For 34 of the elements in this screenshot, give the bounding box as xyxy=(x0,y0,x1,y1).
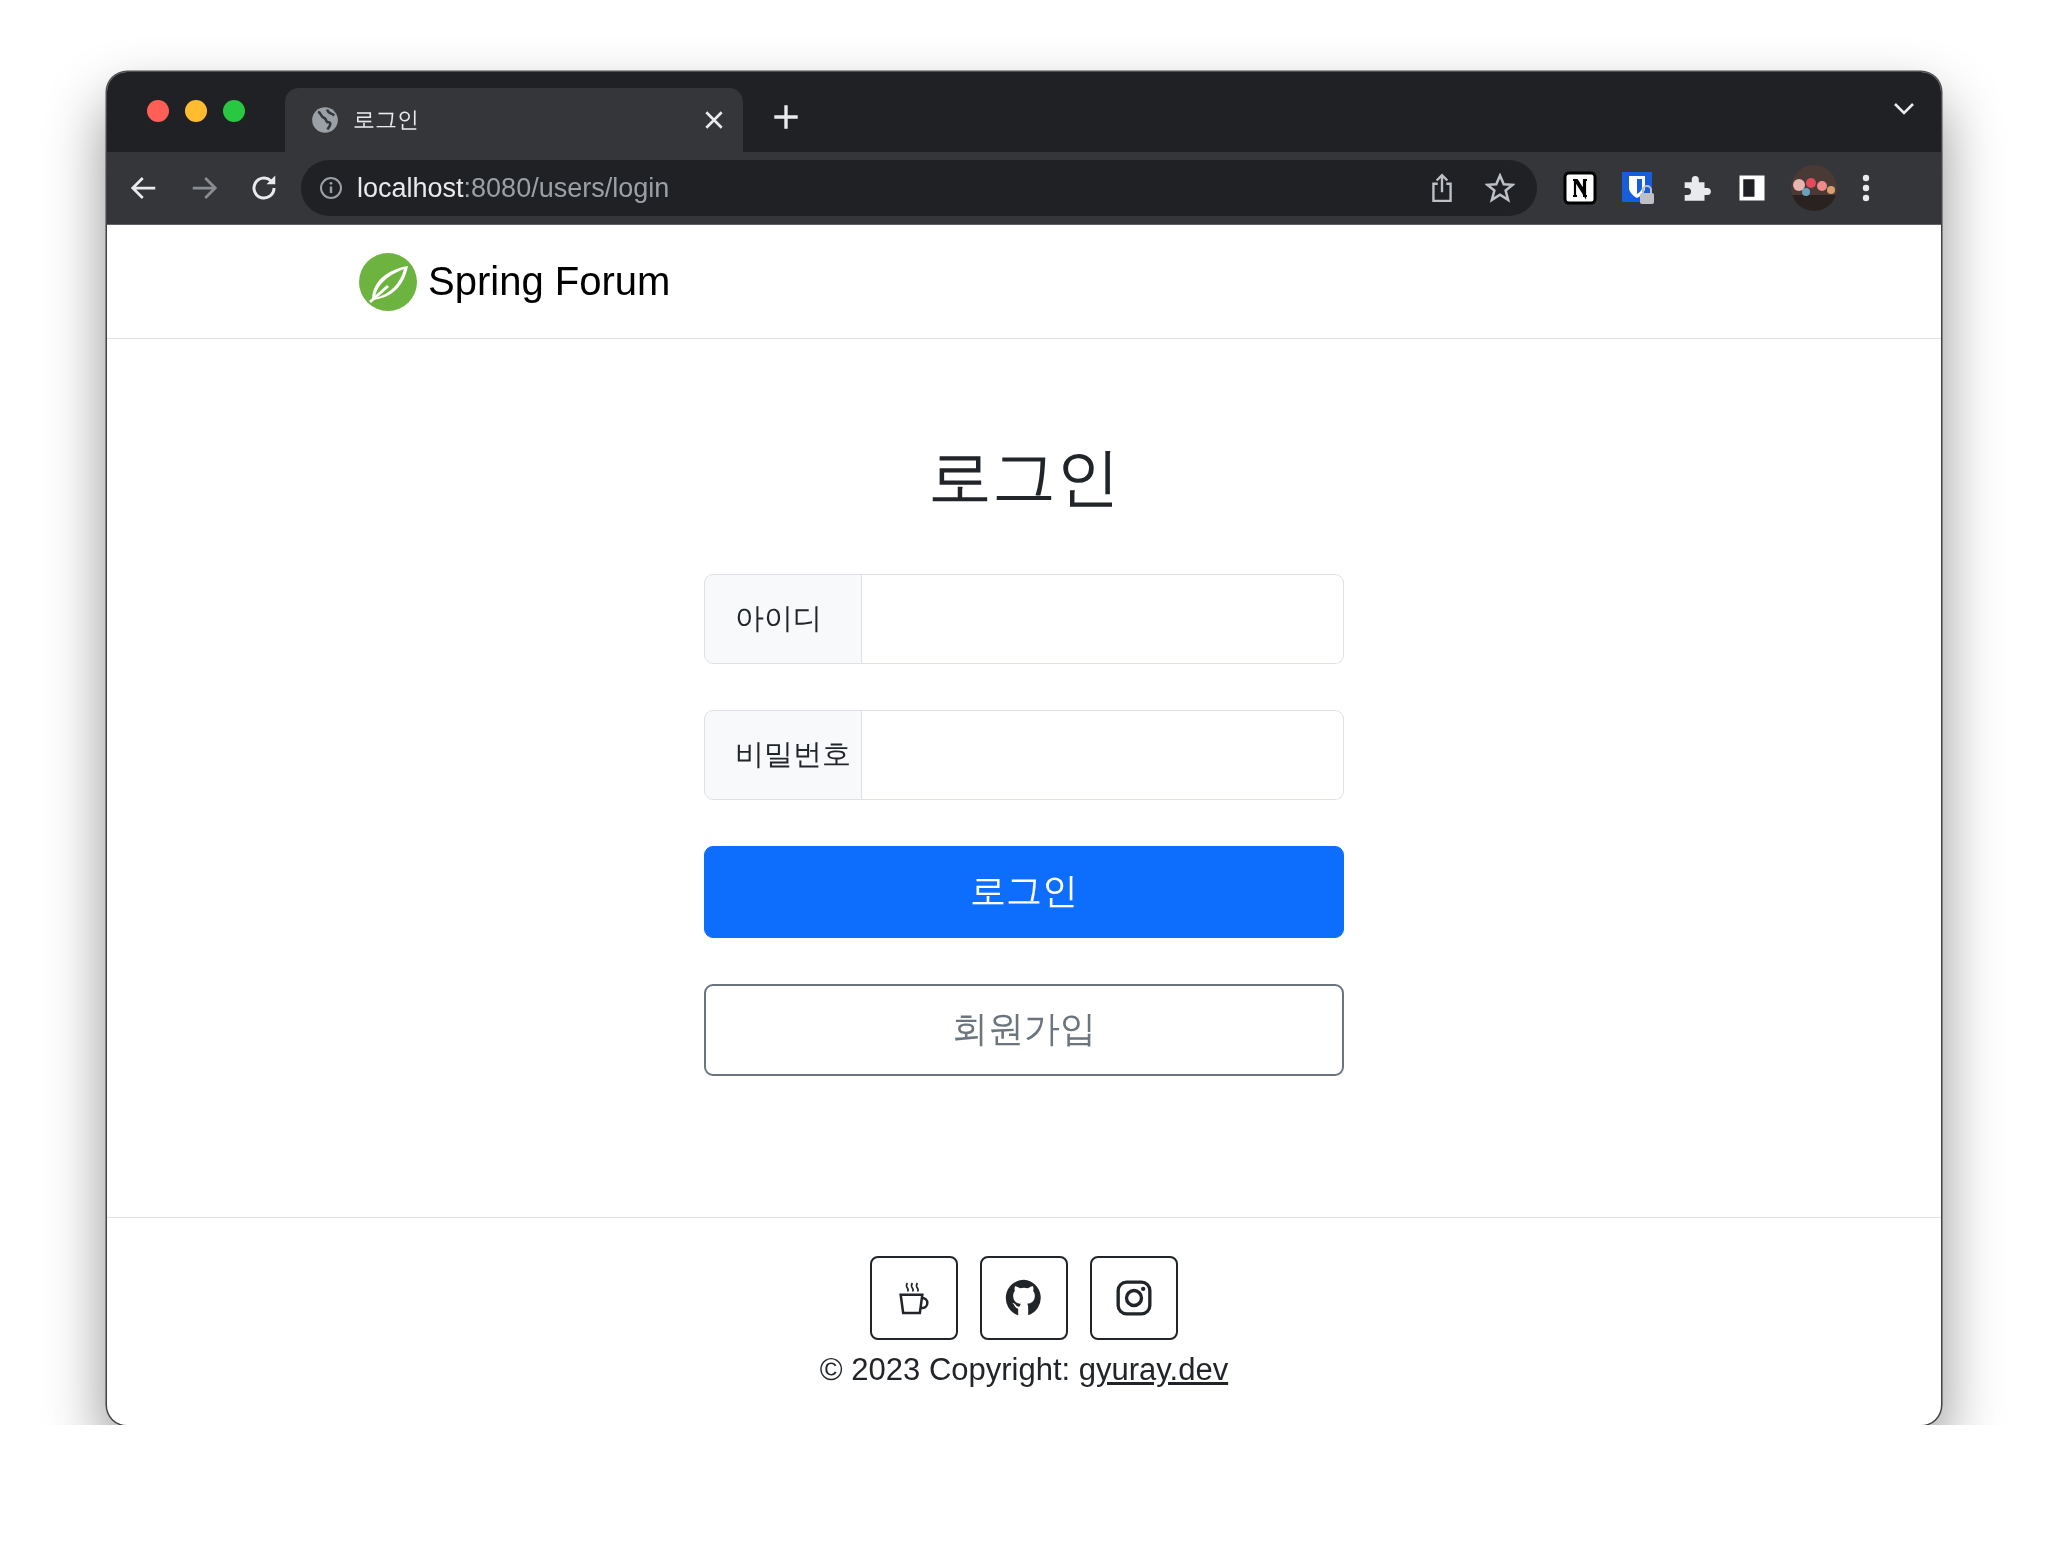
star-icon[interactable] xyxy=(1485,173,1515,203)
leaf-logo-icon xyxy=(358,251,418,312)
browser-tab[interactable]: 로그인 xyxy=(285,88,743,152)
notion-extension-icon[interactable] xyxy=(1563,171,1597,205)
coffee-link-button[interactable] xyxy=(870,1256,958,1340)
input-field[interactable] xyxy=(862,709,1344,800)
info-icon xyxy=(319,176,343,200)
copyright-text: © 2023 Copyright: gyuray.dev xyxy=(819,1352,1229,1388)
instagram-icon xyxy=(1114,1278,1154,1318)
url-text: localhost:8080/users/login xyxy=(357,172,671,204)
signup-button[interactable]: 회원가입 xyxy=(704,983,1344,1076)
more-menu-icon[interactable] xyxy=(1861,173,1871,203)
zoom-window-button[interactable] xyxy=(223,100,245,122)
address-bar[interactable]: localhost:8080/users/login xyxy=(301,160,1537,216)
website-link[interactable]: gyuray.dev xyxy=(1078,1352,1229,1387)
github-icon xyxy=(1004,1278,1044,1318)
minimize-window-button[interactable] xyxy=(185,100,207,122)
globe-icon xyxy=(311,106,339,134)
new-tab-icon[interactable] xyxy=(773,104,799,130)
share-icon[interactable] xyxy=(1429,173,1455,203)
field-label: 비밀번호 xyxy=(704,709,862,800)
side-panel-icon[interactable] xyxy=(1737,173,1767,203)
brand-name[interactable]: Spring Forum xyxy=(428,259,671,304)
github-link-button[interactable] xyxy=(980,1256,1068,1340)
login-button[interactable]: 로그인 xyxy=(704,845,1344,938)
field-label: 아이디 xyxy=(704,573,862,664)
input-field[interactable] xyxy=(862,573,1344,664)
shield-lock-extension-icon[interactable] xyxy=(1621,171,1655,205)
close-icon[interactable] xyxy=(703,109,725,131)
instagram-link-button[interactable] xyxy=(1090,1256,1178,1340)
chevron-down-icon[interactable] xyxy=(1893,102,1915,116)
close-window-button[interactable] xyxy=(147,100,169,122)
page-heading: 로그인 xyxy=(928,440,1120,515)
tab-title: 로그인 xyxy=(353,106,420,134)
